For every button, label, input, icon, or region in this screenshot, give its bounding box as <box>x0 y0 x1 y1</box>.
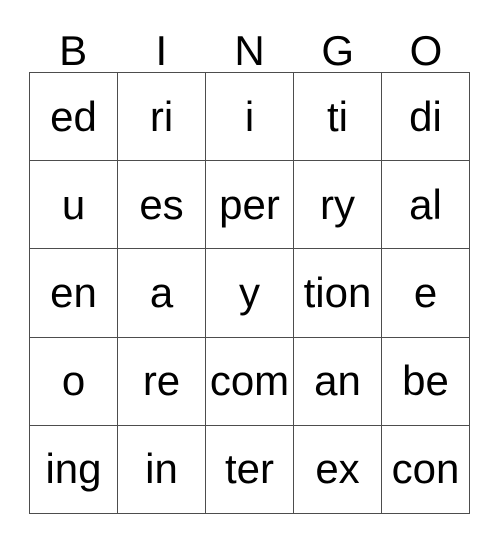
bingo-cell-label: ry <box>320 180 355 228</box>
bingo-cell-label: ti <box>327 92 348 140</box>
bingo-cell-label: re <box>142 357 181 405</box>
bingo-cell-label: en <box>50 268 97 316</box>
bingo-cell-label: y <box>239 268 260 316</box>
bingo-cell-label: al <box>409 180 442 228</box>
header-letter-n: N <box>234 27 265 74</box>
bingo-cell-n5[interactable]: ter <box>206 425 294 514</box>
bingo-cell-b1[interactable]: ed <box>30 73 118 162</box>
bingo-cell-label: tion <box>303 268 372 316</box>
bingo-cell-g3[interactable]: tion <box>294 249 382 338</box>
bingo-cell-label: com <box>209 357 290 405</box>
bingo-cell-n3[interactable]: y <box>206 249 294 338</box>
bingo-cell-label: di <box>409 92 442 140</box>
bingo-cell-label: i <box>244 92 255 140</box>
bingo-cell-n1[interactable]: i <box>206 73 294 162</box>
bingo-cell-i4[interactable]: re <box>118 337 206 426</box>
bingo-cell-label: ex <box>315 445 360 493</box>
bingo-cell-label: e <box>413 268 438 316</box>
bingo-cell-o2[interactable]: al <box>382 161 470 250</box>
bingo-card: B I N G O ed ri i ti di u es per ry al e… <box>0 0 500 544</box>
bingo-cell-label: ing <box>45 445 102 493</box>
bingo-cell-b4[interactable]: o <box>30 337 118 426</box>
bingo-header-row: B I N G O <box>29 22 470 72</box>
bingo-cell-label: per <box>219 180 280 228</box>
header-letter-b: B <box>59 27 88 74</box>
bingo-cell-i3[interactable]: a <box>118 249 206 338</box>
bingo-cell-label: an <box>314 357 361 405</box>
bingo-cell-o5[interactable]: con <box>382 425 470 514</box>
bingo-cell-label: ed <box>50 92 97 140</box>
bingo-grid: ed ri i ti di u es per ry al en a y tion… <box>29 72 470 514</box>
bingo-cell-i5[interactable]: in <box>118 425 206 514</box>
bingo-cell-b2[interactable]: u <box>30 161 118 250</box>
bingo-cell-o3[interactable]: e <box>382 249 470 338</box>
bingo-cell-label: in <box>145 445 178 493</box>
bingo-cell-b3[interactable]: en <box>30 249 118 338</box>
bingo-cell-i2[interactable]: es <box>118 161 206 250</box>
bingo-cell-o1[interactable]: di <box>382 73 470 162</box>
bingo-cell-label: a <box>149 268 174 316</box>
header-letter-g: G <box>321 27 355 74</box>
bingo-cell-label: ri <box>149 92 174 140</box>
bingo-cell-label: es <box>139 180 184 228</box>
bingo-cell-g2[interactable]: ry <box>294 161 382 250</box>
bingo-cell-g1[interactable]: ti <box>294 73 382 162</box>
bingo-cell-label: be <box>402 357 449 405</box>
header-cell-n: N <box>205 22 293 72</box>
header-cell-o: O <box>382 22 470 72</box>
bingo-cell-label: u <box>61 180 86 228</box>
bingo-cell-label: ter <box>224 445 274 493</box>
bingo-cell-label: con <box>391 445 460 493</box>
bingo-cell-n2[interactable]: per <box>206 161 294 250</box>
bingo-cell-g5[interactable]: ex <box>294 425 382 514</box>
bingo-cell-n4[interactable]: com <box>206 337 294 426</box>
bingo-cell-label: o <box>61 357 86 405</box>
header-letter-o: O <box>409 27 443 74</box>
bingo-cell-b5[interactable]: ing <box>30 425 118 514</box>
bingo-cell-g4[interactable]: an <box>294 337 382 426</box>
bingo-cell-i1[interactable]: ri <box>118 73 206 162</box>
bingo-cell-o4[interactable]: be <box>382 337 470 426</box>
header-cell-g: G <box>294 22 382 72</box>
header-letter-i: I <box>155 27 168 74</box>
header-cell-b: B <box>29 22 117 72</box>
header-cell-i: I <box>117 22 205 72</box>
